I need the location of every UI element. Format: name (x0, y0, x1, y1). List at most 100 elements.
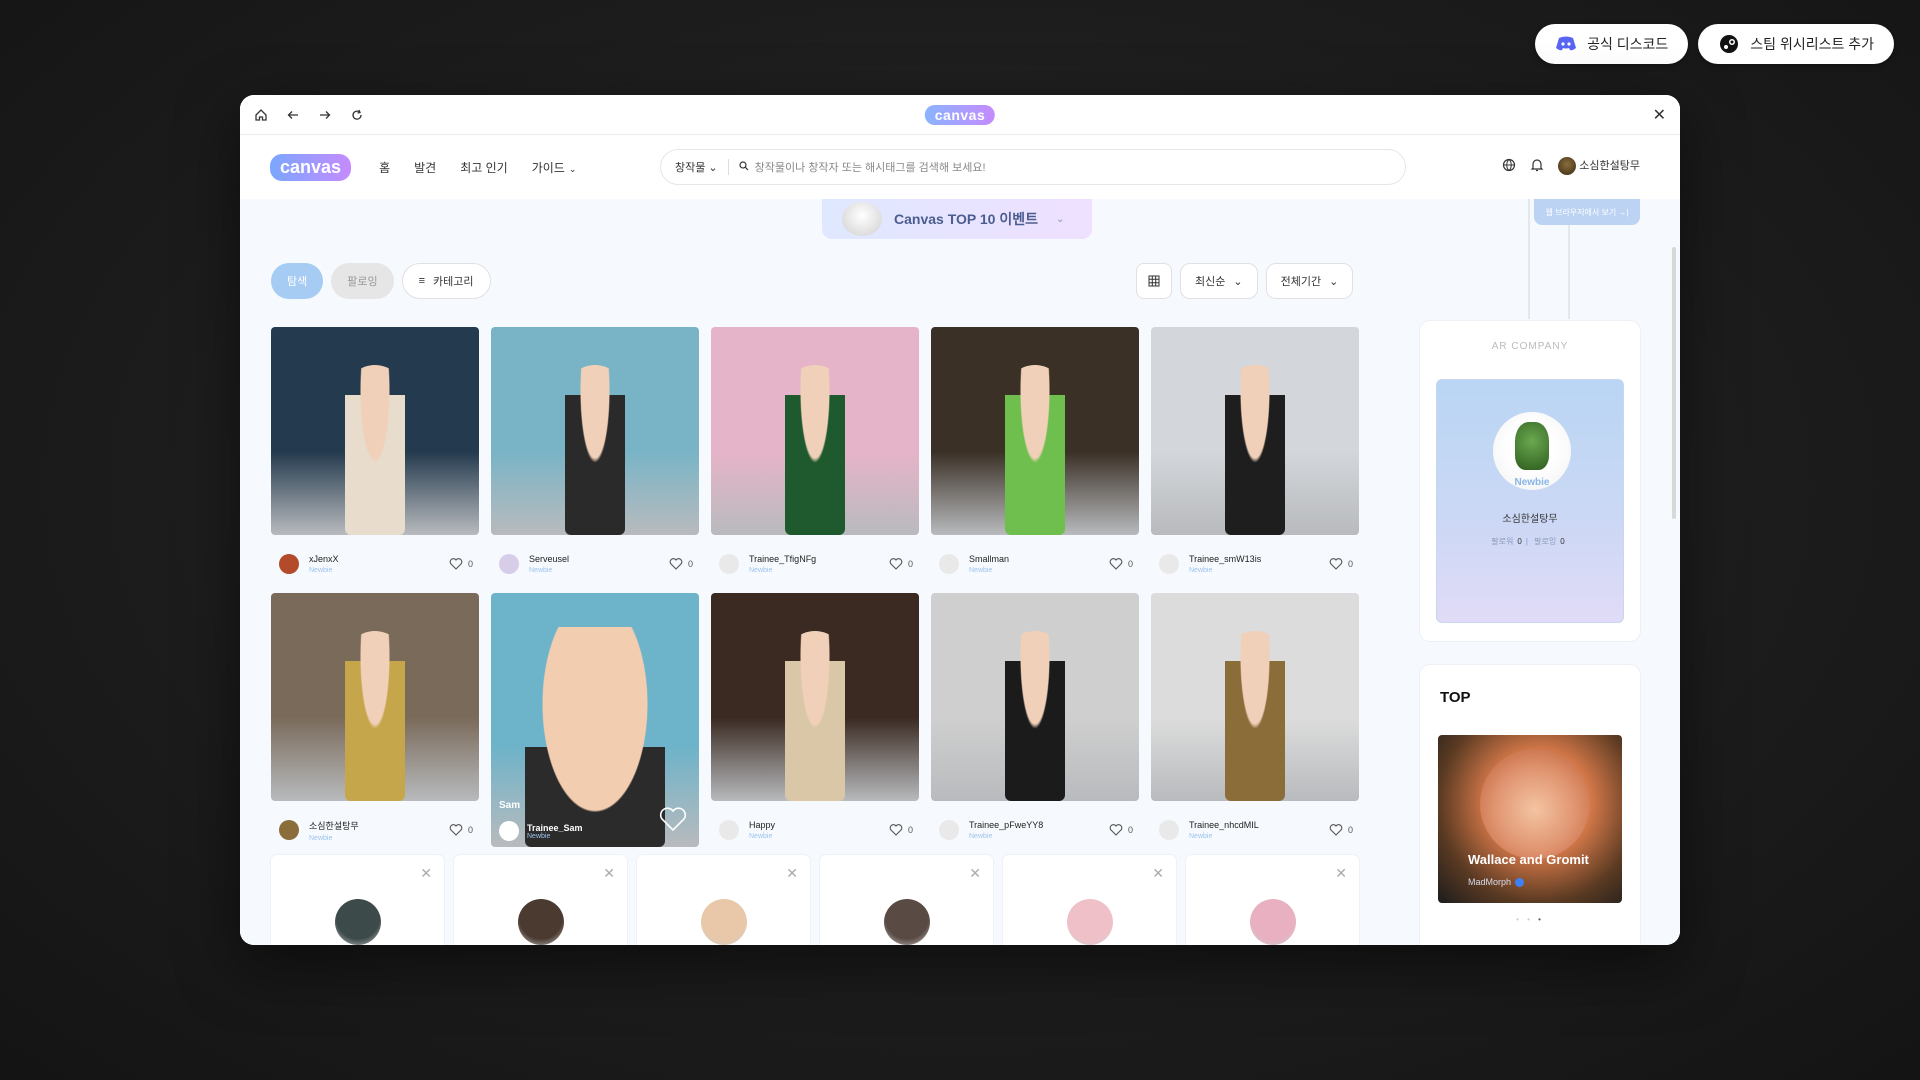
dismiss-icon[interactable]: ✕ (786, 865, 798, 882)
creator-name[interactable]: Happy (749, 820, 889, 830)
event-banner[interactable]: Canvas TOP 10 이벤트 ⌄ (822, 199, 1092, 239)
creation-card[interactable]: xJenxX Newbie 0 (271, 327, 479, 585)
grid-view-button[interactable] (1136, 263, 1172, 299)
avatar[interactable] (1159, 554, 1179, 574)
avatar[interactable] (883, 899, 930, 945)
like-button[interactable]: 0 (449, 557, 473, 571)
search-bar[interactable]: 창작물 ⌄ 창작물이나 창작자 또는 해시태그를 검색해 보세요! (660, 149, 1406, 185)
like-heart-icon[interactable] (659, 806, 687, 837)
home-icon[interactable] (252, 106, 270, 124)
creator-name[interactable]: xJenxX (309, 554, 449, 564)
nav-discover[interactable]: 발견 (414, 159, 436, 176)
creator-name[interactable]: Trainee_nhcdMIL (1189, 820, 1329, 830)
avatar[interactable] (279, 554, 299, 574)
creation-thumbnail[interactable] (1151, 327, 1359, 535)
creation-card[interactable]: Trainee_TfigNFg Newbie 0 (711, 327, 919, 585)
dismiss-icon[interactable]: ✕ (969, 865, 981, 882)
open-in-browser-link[interactable]: 웹 브라우저에서 보기 →| (1534, 199, 1640, 225)
creation-thumbnail[interactable] (491, 327, 699, 535)
creation-card[interactable]: Trainee_pFweYY8 Newbie 0 (931, 593, 1139, 851)
avatar[interactable] (939, 554, 959, 574)
discord-button[interactable]: 공식 디스코드 (1535, 24, 1689, 64)
top-title: TOP (1440, 689, 1471, 706)
forward-icon[interactable] (316, 106, 334, 124)
sort-dropdown[interactable]: 최신순 ⌄ (1180, 263, 1258, 299)
id-card[interactable]: Newbie 소심한설탕무 팔로워 0 | 팔로잉 0 (1436, 379, 1624, 623)
site-logo[interactable]: canvas (270, 153, 352, 181)
avatar[interactable] (517, 899, 564, 945)
tab-following[interactable]: 팔로잉 (331, 263, 394, 299)
creation-card[interactable]: Serveusel Newbie 0 (491, 327, 699, 585)
search-type-select[interactable]: 창작물 ⌄ (675, 159, 729, 175)
creation-thumbnail[interactable] (271, 327, 479, 535)
menu-icon: ≡ (418, 275, 426, 287)
dismiss-icon[interactable]: ✕ (1335, 865, 1347, 882)
nav-home[interactable]: 홈 (379, 159, 390, 176)
like-button[interactable]: 0 (1329, 823, 1353, 837)
creation-card[interactable]: Sam Trainee_Sam Newbie (491, 593, 699, 851)
creation-card[interactable]: Trainee_nhcdMIL Newbie 0 (1151, 593, 1359, 851)
like-button[interactable]: 0 (669, 557, 693, 571)
user-menu[interactable]: 소심한설탕무 (1558, 157, 1640, 176)
recommended-user-card[interactable]: ✕ (271, 855, 444, 945)
bell-icon[interactable] (1530, 158, 1544, 175)
reload-icon[interactable] (348, 106, 366, 124)
nav-guide[interactable]: 가이드 ⌄ (532, 159, 577, 176)
avatar[interactable] (1249, 899, 1296, 945)
avatar[interactable] (1159, 820, 1179, 840)
creation-thumbnail[interactable] (711, 593, 919, 801)
avatar[interactable] (334, 899, 381, 945)
avatar[interactable] (719, 820, 739, 840)
creation-card[interactable]: Smallman Newbie 0 (931, 327, 1139, 585)
period-dropdown[interactable]: 전체기간 ⌄ (1265, 263, 1354, 299)
avatar[interactable] (279, 820, 299, 840)
back-icon[interactable] (284, 106, 302, 124)
creation-thumbnail[interactable] (271, 593, 479, 801)
creator-name[interactable]: 소심한설탕무 (309, 819, 449, 832)
like-button[interactable]: 0 (1329, 557, 1353, 571)
search-input[interactable]: 창작물이나 창작자 또는 해시태그를 검색해 보세요! (755, 159, 986, 175)
creator-name[interactable]: Trainee_smW13is (1189, 554, 1329, 564)
creation-thumbnail[interactable] (931, 593, 1139, 801)
creation-card[interactable]: Happy Newbie 0 (711, 593, 919, 851)
dismiss-icon[interactable]: ✕ (420, 865, 432, 882)
avatar[interactable] (1066, 899, 1113, 945)
recommended-user-card[interactable]: ✕ (637, 855, 810, 945)
carousel-dots[interactable]: • • • (1420, 915, 1640, 924)
dismiss-icon[interactable]: ✕ (603, 865, 615, 882)
recommended-user-card[interactable]: ✕ (820, 855, 993, 945)
avatar[interactable] (700, 899, 747, 945)
dismiss-icon[interactable]: ✕ (1152, 865, 1164, 882)
like-button[interactable]: 0 (889, 557, 913, 571)
recommended-user-card[interactable]: ✕ (454, 855, 627, 945)
nav-popular[interactable]: 최고 인기 (460, 159, 508, 176)
like-count: 0 (1347, 559, 1353, 569)
steam-wishlist-button[interactable]: 스팀 위시리스트 추가 (1698, 24, 1894, 64)
close-icon[interactable]: ✕ (1653, 105, 1666, 125)
avatar[interactable] (499, 554, 519, 574)
tab-explore[interactable]: 탐색 (271, 263, 324, 299)
creation-thumbnail[interactable] (1151, 593, 1359, 801)
recommended-user-card[interactable]: ✕ (1186, 855, 1359, 945)
like-button[interactable]: 0 (1109, 823, 1133, 837)
category-button[interactable]: ≡ 카테고리 (401, 263, 491, 299)
lanyard-line (1528, 199, 1530, 319)
recommended-user-card[interactable]: ✕ (1003, 855, 1176, 945)
creation-thumbnail[interactable] (711, 327, 919, 535)
creator-name[interactable]: Trainee_TfigNFg (749, 554, 889, 564)
top-hero-card[interactable]: Wallace and Gromit MadMorph (1438, 735, 1622, 903)
character-figure (1005, 365, 1065, 535)
globe-icon[interactable] (1502, 158, 1516, 175)
avatar[interactable] (939, 820, 959, 840)
avatar[interactable] (719, 554, 739, 574)
creator-name[interactable]: Trainee_pFweYY8 (969, 820, 1109, 830)
creator-name[interactable]: Serveusel (529, 554, 669, 564)
like-button[interactable]: 0 (449, 823, 473, 837)
creation-card[interactable]: 소심한설탕무 Newbie 0 (271, 593, 479, 851)
creation-thumbnail[interactable] (931, 327, 1139, 535)
creation-card[interactable]: Trainee_smW13is Newbie 0 (1151, 327, 1359, 585)
scrollbar[interactable] (1672, 247, 1676, 519)
creator-name[interactable]: Smallman (969, 554, 1109, 564)
like-button[interactable]: 0 (1109, 557, 1133, 571)
like-button[interactable]: 0 (889, 823, 913, 837)
